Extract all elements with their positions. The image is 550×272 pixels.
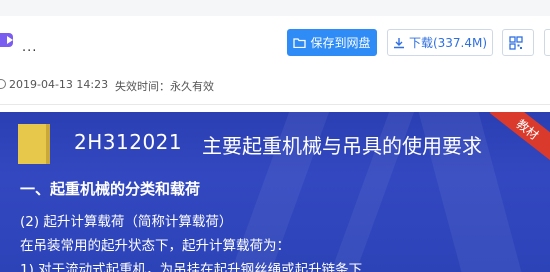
qr-code-icon	[509, 35, 523, 50]
file-name[interactable]: ...	[22, 40, 37, 55]
download-button[interactable]: 下载(337.4M)	[387, 29, 493, 56]
slide-text-line: 在吊装常用的起升状态下，起升计算载荷为：	[20, 238, 290, 254]
textbook-ribbon: 教材	[489, 112, 550, 163]
slide-heading: 一、起重机械的分类和载荷	[20, 180, 201, 198]
slide-text-line: (2) 起升计算载荷（简称计算载荷）	[20, 214, 233, 230]
expiry-time: 失效时间：永久有效	[115, 80, 214, 93]
save-to-netdisk-button[interactable]: 保存到网盘	[287, 29, 377, 56]
more-button[interactable]	[544, 29, 550, 56]
slide-accent-block	[18, 124, 46, 164]
slide-text-line: 1) 对于流动式起重机，为吊挂在起升钢丝绳或起升链条下	[20, 262, 363, 272]
save-button-label: 保存到网盘	[310, 36, 371, 50]
slide-title: 主要起重机械与吊具的使用要求	[202, 134, 482, 158]
slide-accent-edge	[46, 124, 50, 164]
video-file-icon	[0, 33, 13, 47]
qr-code-button[interactable]	[502, 29, 534, 56]
divider	[0, 104, 550, 105]
save-icon	[293, 38, 307, 48]
document-preview-slide: 2H312021 主要起重机械与吊具的使用要求 教材 一、起重机械的分类和载荷 …	[0, 112, 550, 272]
download-button-label: 下载(337.4M)	[408, 36, 488, 50]
top-strip	[0, 0, 550, 16]
slide-code: 2H312021	[74, 130, 183, 154]
upload-date: 2019-04-13 14:23	[9, 78, 109, 91]
download-icon	[393, 37, 404, 48]
